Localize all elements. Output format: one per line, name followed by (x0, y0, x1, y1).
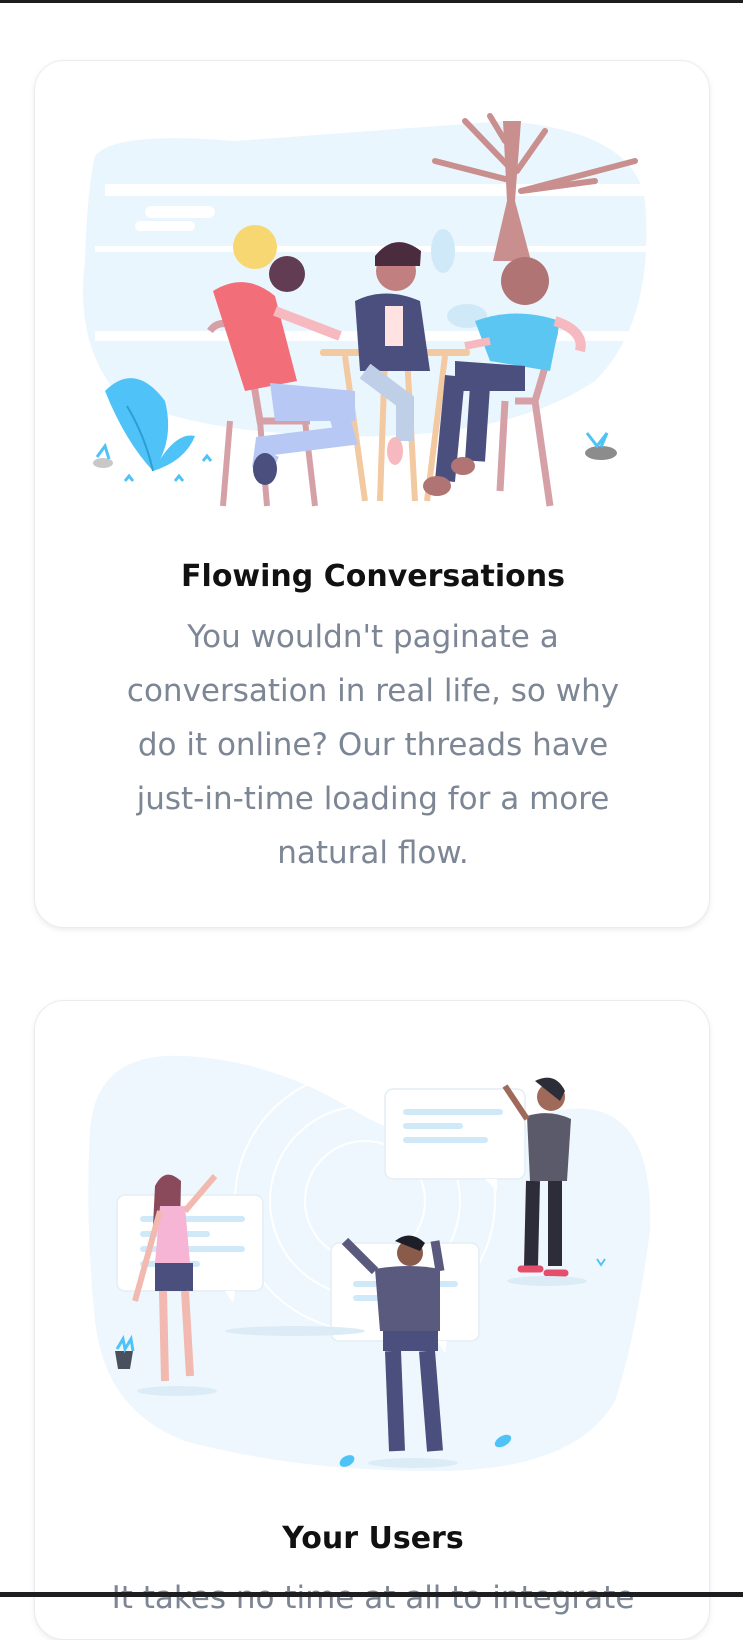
conversation-illustration (83, 113, 675, 507)
feature-card-conversations: Flowing Conversations You wouldn't pagin… (34, 60, 710, 928)
top-edge-bar (0, 0, 743, 3)
card-description: You wouldn't paginate a conversation in … (126, 619, 620, 871)
feature-card-users: Your Users It takes no time at all to in… (34, 1000, 710, 1640)
card-title: Your Users (282, 1521, 464, 1556)
card-title: Flowing Conversations (181, 559, 565, 594)
card-description: It takes no time at all to integrate (111, 1580, 635, 1616)
bottom-edge-bar (0, 1592, 743, 1597)
users-illustration (88, 1055, 651, 1471)
